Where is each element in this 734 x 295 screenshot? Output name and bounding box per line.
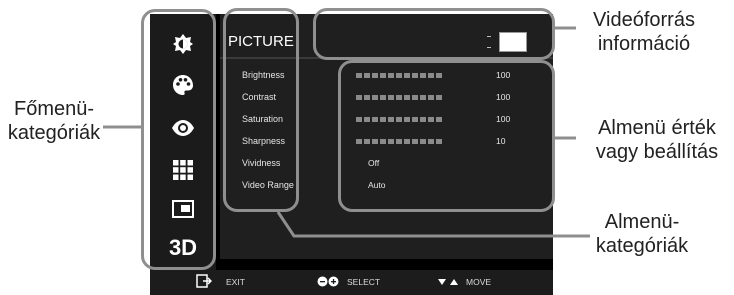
source-info-label: Videóforrás információ — [593, 9, 695, 55]
main-categories-label: Főmenü- kategóriák — [7, 98, 101, 144]
submenu-categories-label: Almenü- kategóriák — [595, 211, 689, 257]
submenu-value-label: Almenü érték vagy beállítás — [595, 117, 719, 163]
